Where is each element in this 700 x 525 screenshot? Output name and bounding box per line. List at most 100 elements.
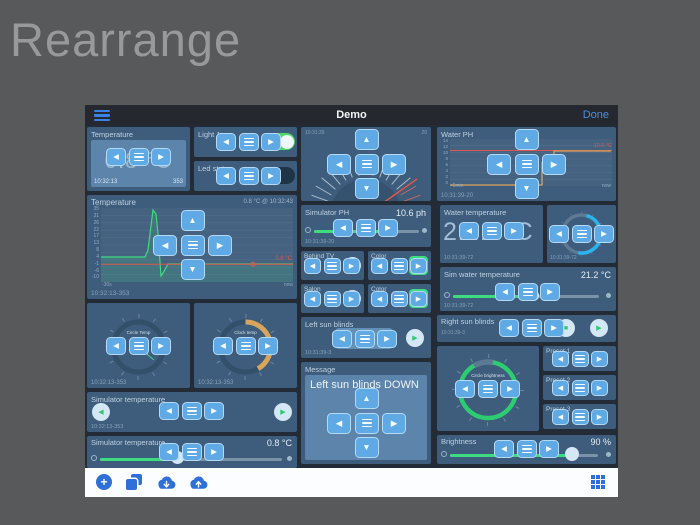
widget-preset-1[interactable]: Preset 1 ◀▶ [543, 346, 616, 371]
move-left-button[interactable]: ◀ [216, 167, 236, 185]
widget-sim-temp-slider[interactable]: Simulator temperature 0.8 °C ◀ ▶ [87, 436, 297, 468]
move-right-button[interactable]: ▶ [204, 443, 224, 461]
widget-gauge[interactable]: 10:31:39 20 ▲ ◀ ▶ ▼ [301, 127, 431, 201]
widget-led-status[interactable]: Led status ◀ ▶ [194, 161, 297, 191]
move-left-button[interactable]: ◀ [106, 148, 126, 166]
widget-circle-brightness[interactable]: Circle brightness ◀ ▶ [437, 346, 539, 431]
move-right-button[interactable]: ▶ [410, 258, 427, 274]
move-right-button[interactable]: ▶ [504, 222, 524, 240]
widget-water-ph[interactable]: Water PH 14 12 10 8 6 4 2 0 10.6 °C -5mi… [437, 127, 616, 201]
move-left-button[interactable]: ◀ [499, 319, 519, 337]
move-handle-button[interactable] [477, 380, 498, 398]
move-up-button[interactable]: ▲ [354, 129, 379, 150]
move-left-button[interactable]: ◀ [327, 412, 351, 434]
play-button[interactable]: ▶ [590, 319, 608, 337]
move-right-button[interactable]: ▶ [540, 283, 560, 301]
move-handle-button[interactable] [354, 412, 379, 434]
move-right-button[interactable]: ▶ [204, 402, 224, 420]
move-down-button[interactable]: ▼ [514, 178, 539, 199]
move-right-button[interactable]: ▶ [539, 440, 559, 458]
move-handle-button[interactable] [235, 337, 256, 355]
widget-sim-water-temperature[interactable]: Sim water temperature 21.2 °C ◀ ▶ 10:31:3… [440, 267, 616, 311]
move-right-button[interactable]: ▶ [208, 234, 232, 256]
move-right-button[interactable]: ▶ [151, 148, 171, 166]
move-handle-button[interactable] [521, 319, 542, 337]
move-handle-button[interactable] [516, 440, 537, 458]
move-left-button[interactable]: ◀ [106, 337, 126, 355]
move-left-button[interactable]: ◀ [371, 291, 388, 307]
move-handle-button[interactable] [571, 380, 589, 396]
move-right-button[interactable]: ▶ [594, 225, 614, 243]
copy-button[interactable] [126, 474, 142, 490]
move-left-button[interactable]: ◀ [459, 222, 479, 240]
move-right-button[interactable]: ▶ [382, 412, 406, 434]
widget-left-sun-blinds[interactable]: Left sun blinds ◀ ▶ ▶ 10:31:39-3 [301, 317, 431, 358]
move-left-button[interactable]: ◀ [216, 133, 236, 151]
move-handle-button[interactable] [517, 283, 538, 301]
move-left-button[interactable]: ◀ [332, 330, 352, 348]
move-handle-button[interactable] [238, 167, 259, 185]
move-handle-button[interactable] [354, 153, 379, 175]
widget-temperature-graph[interactable]: Temperature 0.8 °C @ 10:32:43 35 31 26 2… [87, 195, 297, 299]
move-right-button[interactable]: ▶ [410, 291, 427, 307]
move-left-button[interactable]: ◀ [549, 225, 569, 243]
move-right-button[interactable]: ▶ [544, 319, 564, 337]
move-left-button[interactable]: ◀ [333, 219, 353, 237]
move-left-button[interactable]: ◀ [494, 440, 514, 458]
widget-message[interactable]: Message Left sun blinds DOWN ▲ ◀ ▶ ▼ [301, 362, 431, 464]
widget-color-top[interactable]: Color ◀ ▶ [368, 251, 431, 280]
move-right-button[interactable]: ▶ [377, 330, 397, 348]
move-right-button[interactable]: ▶ [261, 167, 281, 185]
move-left-button[interactable]: ◀ [487, 153, 511, 175]
move-handle-button[interactable] [128, 337, 149, 355]
move-handle-button[interactable] [571, 351, 589, 367]
grid-button[interactable] [591, 475, 605, 489]
move-handle-button[interactable] [571, 225, 592, 243]
done-button[interactable]: Done [583, 109, 609, 121]
move-left-button[interactable]: ◀ [304, 258, 321, 274]
widget-brightness[interactable]: Brightness 90 % ◀ ▶ [437, 435, 616, 464]
move-left-button[interactable]: ◀ [552, 351, 569, 367]
widget-temperature-value[interactable]: Temperature 0.8 °C 10:32:13 353 ◀▶ [87, 127, 190, 191]
move-handle-button[interactable] [238, 133, 259, 151]
move-left-button[interactable]: ◀ [159, 402, 179, 420]
move-left-button[interactable]: ◀ [371, 258, 388, 274]
widget-water-temperature[interactable]: Water temperature 21.2 °C 10:31:39-72 ◀▶ [440, 205, 543, 263]
play-button[interactable]: ▶ [406, 329, 424, 347]
move-handle-button[interactable] [390, 258, 408, 274]
widget-behind-tv[interactable]: Behind TV ◀ ▶ [301, 251, 364, 280]
move-left-button[interactable]: ◀ [304, 291, 321, 307]
move-left-button[interactable]: ◀ [495, 283, 515, 301]
move-handle-button[interactable] [481, 222, 502, 240]
widget-clock-temp[interactable]: Clock temp ◀ ▶ 10:32:13-353 [194, 303, 297, 388]
move-left-button[interactable]: ◀ [455, 380, 475, 398]
move-down-button[interactable]: ▼ [180, 259, 205, 280]
move-right-button[interactable]: ▶ [591, 380, 608, 396]
step-down-button[interactable]: ◀ [92, 403, 110, 421]
move-handle-button[interactable] [180, 234, 205, 256]
move-up-button[interactable]: ▲ [180, 210, 205, 231]
move-left-button[interactable]: ◀ [153, 234, 177, 256]
move-handle-button[interactable] [571, 409, 589, 425]
widget-salon[interactable]: Salon ◀ ▶ [301, 284, 364, 313]
move-handle-button[interactable] [181, 443, 202, 461]
move-right-button[interactable]: ▶ [378, 219, 398, 237]
widget-sim-temp-stepper[interactable]: Simulator temperature ◀ ▶ ◀ ▶ 10:32:13-35… [87, 392, 297, 432]
cloud-upload-button[interactable] [188, 475, 209, 490]
move-right-button[interactable]: ▶ [500, 380, 520, 398]
move-handle-button[interactable] [354, 330, 375, 348]
move-handle-button[interactable] [323, 258, 341, 274]
move-right-button[interactable]: ▶ [591, 351, 608, 367]
widget-preset-2[interactable]: Preset 2 ◀▶ [543, 375, 616, 400]
move-left-button[interactable]: ◀ [552, 409, 569, 425]
move-handle-button[interactable] [390, 291, 408, 307]
widget-right-sun-blinds[interactable]: Right sun blinds 10:31:39-3 ◀ ▶ ■ ▶ [437, 315, 616, 342]
move-handle-button[interactable] [355, 219, 376, 237]
cloud-download-button[interactable] [156, 475, 177, 490]
widget-simulator-ph[interactable]: Simulator PH 10.6 ph ◀ ▶ 10:31:39-20 [301, 205, 431, 247]
move-right-button[interactable]: ▶ [542, 153, 566, 175]
move-right-button[interactable]: ▶ [151, 337, 171, 355]
move-left-button[interactable]: ◀ [213, 337, 233, 355]
move-down-button[interactable]: ▼ [354, 178, 379, 199]
move-right-button[interactable]: ▶ [382, 153, 406, 175]
